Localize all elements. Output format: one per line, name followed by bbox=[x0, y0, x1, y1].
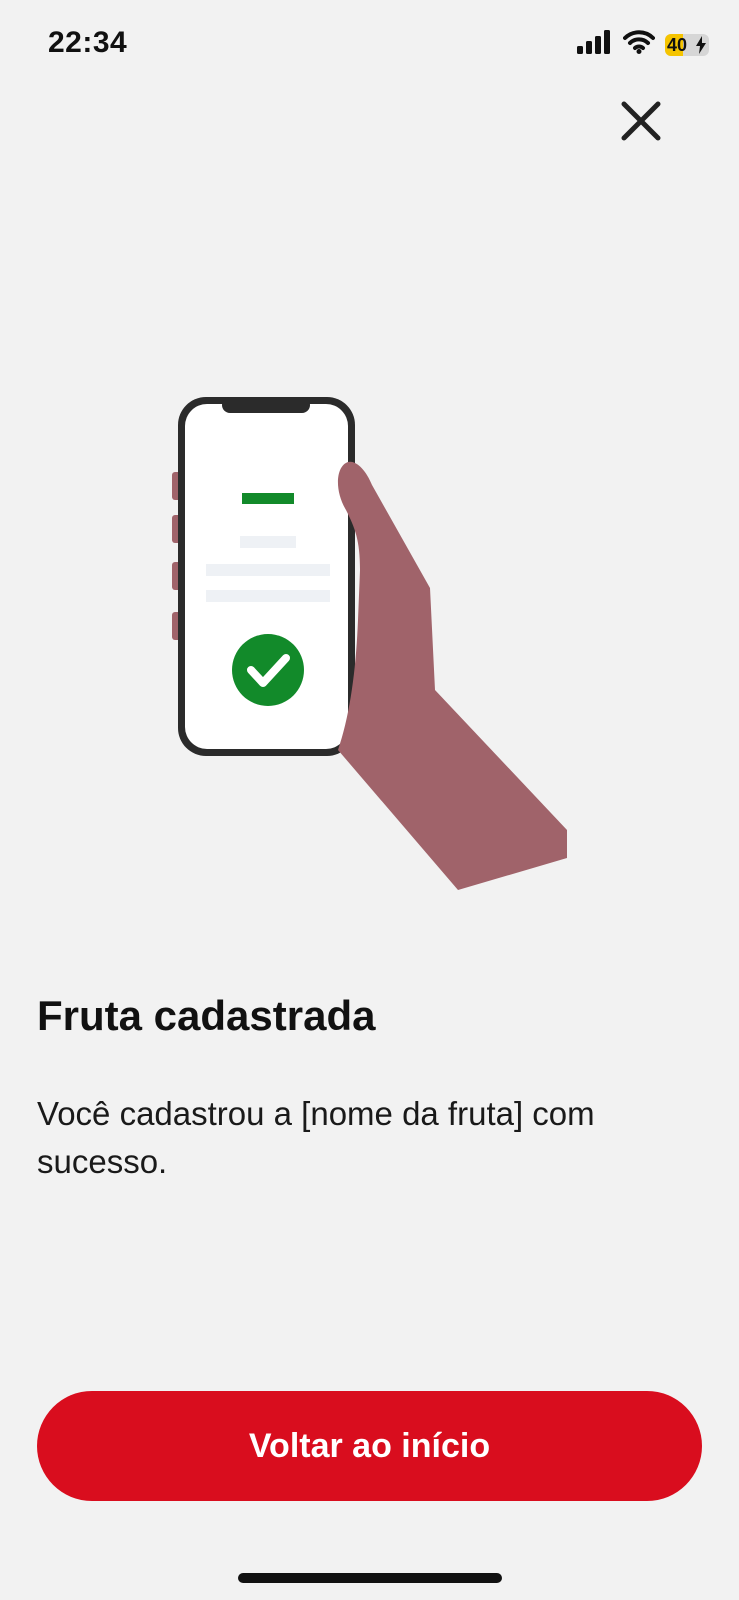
hand-holding-phone-with-check-icon bbox=[172, 397, 567, 890]
home-indicator[interactable] bbox=[238, 1573, 502, 1583]
close-icon bbox=[621, 101, 661, 141]
signal-icon bbox=[577, 30, 613, 59]
back-to-start-button[interactable]: Voltar ao início bbox=[37, 1391, 702, 1501]
wifi-icon bbox=[623, 30, 655, 59]
status-time: 22:34 bbox=[48, 26, 128, 59]
charging-bolt-icon bbox=[696, 35, 706, 54]
status-bar: 22:34 40 bbox=[0, 0, 739, 90]
success-illustration bbox=[150, 370, 580, 900]
battery-icon: 40 bbox=[665, 33, 709, 56]
battery-level: 40 bbox=[667, 34, 688, 55]
close-button[interactable] bbox=[616, 96, 666, 146]
page-title: Fruta cadastrada bbox=[37, 992, 376, 1039]
success-message: Você cadastrou a [nome da fruta] com suc… bbox=[37, 1095, 595, 1180]
status-icons: 40 bbox=[577, 30, 709, 59]
